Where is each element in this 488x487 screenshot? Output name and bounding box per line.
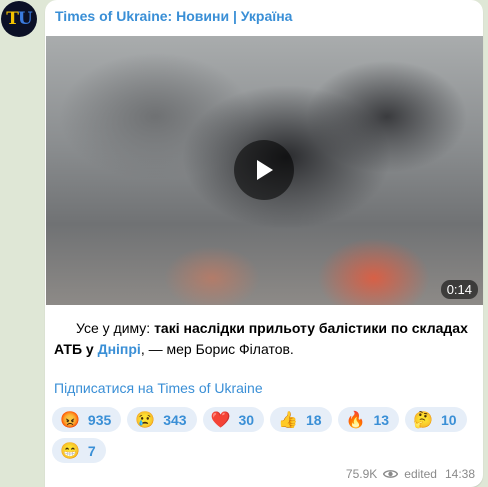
post-text: Усе у диму: такі наслідки прильоту баліс… [54, 318, 474, 360]
message-footer: 75.9K edited 14:38 [346, 467, 475, 481]
reaction-count: 343 [163, 411, 187, 428]
message-time: 14:38 [444, 467, 475, 481]
reaction-fire[interactable]: 🔥 13 [337, 407, 400, 432]
video-duration: 0:14 [440, 280, 478, 299]
video-preview[interactable]: 0:14 [46, 36, 483, 305]
thumbs-up-icon: 👍 [278, 411, 298, 429]
play-button[interactable] [234, 140, 294, 200]
reaction-thinking[interactable]: 🤔 10 [405, 407, 467, 432]
reaction-grin[interactable]: 😁 7 [52, 438, 106, 463]
reaction-count: 935 [87, 411, 112, 428]
city-link[interactable]: Дніпрі [98, 341, 141, 357]
reaction-thumbs-up[interactable]: 👍 18 [270, 407, 332, 432]
grinning-face-icon: 😁 [60, 442, 80, 460]
play-icon [257, 160, 273, 180]
reaction-sad[interactable]: 😢 343 [127, 407, 197, 432]
crying-face-icon: 😢 [135, 411, 156, 429]
reaction-count: 18 [305, 411, 322, 428]
fire-icon: 🔥 [345, 411, 366, 429]
reaction-count: 13 [373, 411, 390, 428]
reaction-count: 7 [87, 442, 96, 459]
post-text-intro: Усе у диму: [76, 320, 155, 336]
reactions-bar: 😡 935 😢 343 ❤️ 30 👍 18 🔥 13 🤔 10 😁 7 [52, 407, 472, 463]
reaction-angry[interactable]: 😡 935 [52, 407, 122, 432]
channel-avatar[interactable]: TU [1, 1, 37, 37]
edited-label: edited [404, 467, 437, 481]
avatar-letter-u: U [17, 9, 33, 29]
message-bubble: Times of Ukraine: Новини | Україна 0:14 … [45, 0, 483, 487]
subscribe-link[interactable]: Підписатися на Times of Ukraine [54, 380, 263, 396]
heart-icon: ❤️ [210, 411, 231, 429]
thinking-face-icon: 🤔 [413, 411, 433, 429]
eye-icon [383, 469, 399, 479]
avatar-letter-t: T [6, 9, 19, 29]
angry-face-icon: 😡 [60, 411, 80, 429]
views-count: 75.9K [345, 467, 378, 481]
channel-name[interactable]: Times of Ukraine: Новини | Україна [55, 8, 292, 24]
reaction-count: 10 [440, 411, 457, 428]
reaction-heart[interactable]: ❤️ 30 [202, 407, 265, 432]
reaction-count: 30 [238, 411, 255, 428]
post-text-end: , — мер Борис Філатов. [140, 341, 294, 357]
